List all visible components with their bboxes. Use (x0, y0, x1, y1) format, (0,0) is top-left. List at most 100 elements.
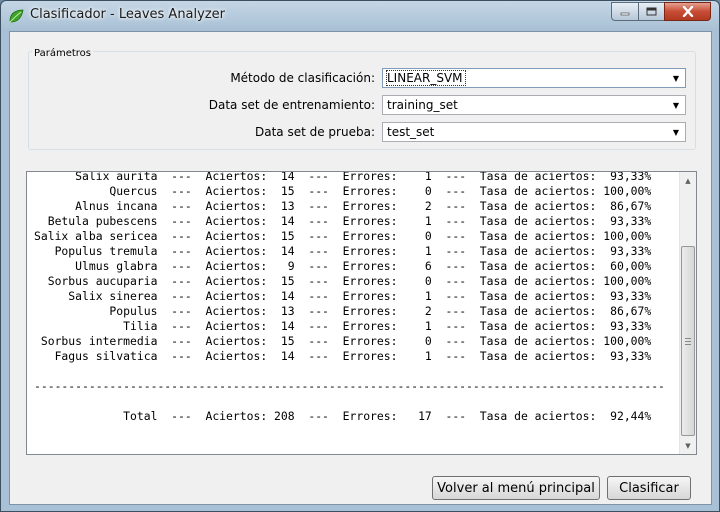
errores-value: 6 (404, 259, 432, 273)
errores-value: 17 (404, 409, 432, 423)
maximize-button[interactable] (638, 2, 665, 21)
total-row: Total --- Aciertos: 208 --- Errores: 17 … (34, 409, 652, 423)
parameters-legend: Parámetros (32, 48, 93, 59)
tasa-value: 100,00% (603, 274, 652, 288)
aciertos-value: 14 (274, 289, 295, 303)
aciertos-value: 15 (274, 229, 295, 243)
tasa-value: 100,00% (603, 334, 652, 348)
scroll-up-arrow-icon[interactable]: ▲ (680, 172, 696, 189)
tasa-value: 93,33% (603, 171, 652, 183)
species-name: Populus tremula (34, 244, 158, 258)
tasa-value: 93,33% (603, 214, 652, 228)
tasa-value: 86,67% (603, 304, 652, 318)
classify-button[interactable]: Clasificar (607, 476, 691, 500)
species-name: Quercus (34, 184, 158, 198)
errores-value: 1 (404, 244, 432, 258)
errores-value: 0 (404, 184, 432, 198)
result-row: Sorbus aucuparia --- Aciertos: 15 --- Er… (34, 274, 652, 288)
species-name: Total (34, 409, 158, 423)
scroll-down-arrow-icon[interactable]: ▼ (680, 437, 696, 454)
grip-icon (685, 337, 691, 345)
result-row: Populus tremula --- Aciertos: 14 --- Err… (34, 244, 652, 258)
training-set-label: Data set de entrenamiento: (208, 98, 375, 112)
result-row: Ulmus glabra --- Aciertos: 9 --- Errores… (34, 259, 652, 273)
species-name: Tilia (34, 319, 158, 333)
vertical-scrollbar[interactable]: ▲ ▼ (679, 172, 696, 454)
tasa-value: 86,67% (603, 199, 652, 213)
aciertos-value: 15 (274, 184, 295, 198)
window-title: Clasificador - Leaves Analyzer (30, 7, 225, 22)
aciertos-value: 208 (274, 409, 295, 423)
method-select[interactable]: LINEAR_SVM ▼ (382, 68, 686, 88)
result-row: Populus --- Aciertos: 13 --- Errores: 2 … (34, 304, 652, 318)
tasa-value: 93,33% (603, 244, 652, 258)
species-name: Salix sinerea (34, 289, 158, 303)
errores-value: 1 (404, 289, 432, 303)
chevron-down-icon[interactable]: ▼ (667, 69, 685, 87)
aciertos-value: 14 (274, 171, 295, 183)
back-to-menu-button[interactable]: Volver al menú principal (432, 476, 600, 500)
species-name: Populus (34, 304, 158, 318)
aciertos-value: 14 (274, 319, 295, 333)
result-row: Sorbus intermedia --- Aciertos: 15 --- E… (34, 334, 652, 348)
aciertos-value: 9 (274, 259, 295, 273)
tasa-value: 100,00% (603, 184, 652, 198)
errores-value: 0 (404, 229, 432, 243)
results-text: Salix aurita --- Aciertos: 14 --- Errore… (34, 171, 665, 424)
errores-value: 1 (404, 319, 432, 333)
species-name: Sorbus intermedia (34, 334, 158, 348)
minimize-button[interactable] (611, 2, 639, 21)
scroll-thumb[interactable] (681, 246, 695, 436)
tasa-value: 93,33% (603, 319, 652, 333)
tasa-value: 60,00% (603, 259, 652, 273)
leaf-icon (9, 9, 24, 23)
species-name: Alnus incana (34, 199, 158, 213)
test-set-value: test_set (387, 125, 435, 139)
errores-value: 1 (404, 349, 432, 363)
test-set-label: Data set de prueba: (255, 125, 375, 139)
species-name: Sorbus aucuparia (34, 274, 158, 288)
method-label: Método de clasificación: (230, 71, 375, 85)
maximize-icon (646, 7, 657, 16)
result-row: Salix alba sericea --- Aciertos: 15 --- … (34, 229, 652, 243)
results-textarea[interactable]: Salix aurita --- Aciertos: 14 --- Errore… (26, 171, 697, 455)
chevron-down-icon[interactable]: ▼ (667, 96, 685, 114)
tasa-value: 93,33% (603, 349, 652, 363)
tasa-value: 100,00% (603, 229, 652, 243)
aciertos-value: 15 (274, 334, 295, 348)
errores-value: 0 (404, 334, 432, 348)
result-row: Quercus --- Aciertos: 15 --- Errores: 0 … (34, 184, 652, 198)
method-value: LINEAR_SVM (386, 70, 466, 86)
aciertos-value: 15 (274, 274, 295, 288)
training-set-value: training_set (387, 98, 458, 112)
tasa-value: 93,33% (603, 289, 652, 303)
species-name: Fagus silvatica (34, 349, 158, 363)
result-row: Tilia --- Aciertos: 14 --- Errores: 1 --… (34, 319, 652, 333)
result-row: Fagus silvatica --- Aciertos: 14 --- Err… (34, 349, 652, 363)
client-area: Parámetros Método de clasificación: LINE… (9, 31, 712, 505)
result-row: Salix sinerea --- Aciertos: 14 --- Error… (34, 289, 652, 303)
errores-value: 1 (404, 214, 432, 228)
species-name: Betula pubescens (34, 214, 158, 228)
title-bar[interactable]: Clasificador - Leaves Analyzer (1, 1, 719, 31)
aciertos-value: 14 (274, 349, 295, 363)
errores-value: 1 (404, 171, 432, 183)
aciertos-value: 14 (274, 214, 295, 228)
tasa-value: 92,44% (603, 409, 652, 423)
result-row: Salix aurita --- Aciertos: 14 --- Errore… (34, 171, 652, 183)
close-icon (682, 6, 693, 17)
chevron-down-icon[interactable]: ▼ (667, 123, 685, 141)
result-row: Betula pubescens --- Aciertos: 14 --- Er… (34, 214, 652, 228)
close-button[interactable] (664, 2, 711, 21)
errores-value: 0 (404, 274, 432, 288)
test-set-select[interactable]: test_set ▼ (382, 122, 686, 142)
aciertos-value: 13 (274, 199, 295, 213)
training-set-select[interactable]: training_set ▼ (382, 95, 686, 115)
result-row: Alnus incana --- Aciertos: 13 --- Errore… (34, 199, 652, 213)
aciertos-value: 14 (274, 244, 295, 258)
species-name: Salix alba sericea (34, 229, 158, 243)
errores-value: 2 (404, 304, 432, 318)
errores-value: 2 (404, 199, 432, 213)
